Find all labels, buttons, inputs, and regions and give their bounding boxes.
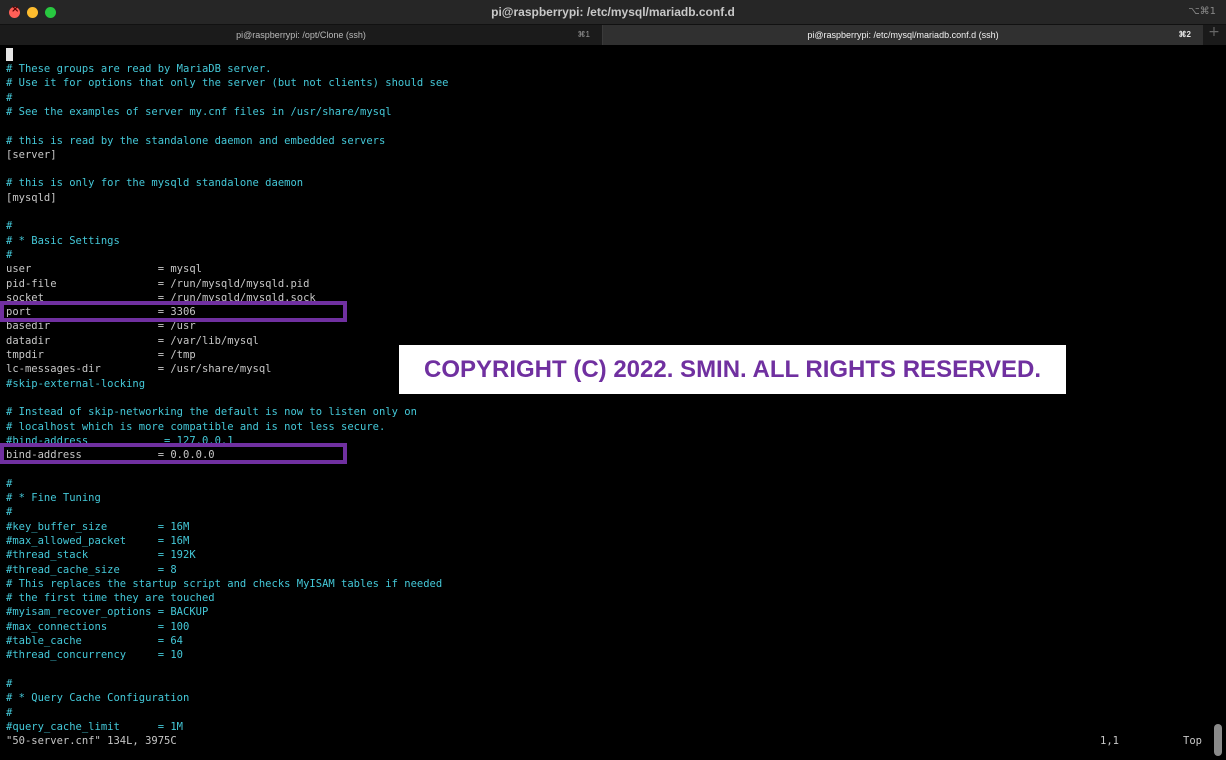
status-scroll-position: Top [1183,735,1202,747]
tab-opt-clone[interactable]: pi@raspberrypi: /opt/Clone (ssh) ⌘1 [0,25,602,45]
terminal-line: #thread_stack = 192K [6,549,196,561]
terminal-line: # * Basic Settings [6,235,120,247]
terminal-line: # These groups are read by MariaDB serve… [6,63,272,75]
port-highlight-box [0,301,347,322]
text-cursor [6,48,13,61]
terminal-line: # this is only for the mysqld standalone… [6,177,304,189]
copyright-watermark: COPYRIGHT (C) 2022. SMIN. ALL RIGHTS RES… [399,345,1066,394]
tab-mariadb-conf[interactable]: pi@raspberrypi: /etc/mysql/mariadb.conf.… [603,25,1203,45]
terminal-line: # localhost which is more compatible and… [6,421,386,433]
terminal-line: # Use it for options that only the serve… [6,77,449,89]
terminal-line: pid-file = /run/mysqld/mysqld.pid [6,278,310,290]
terminal-line: # [6,220,13,232]
tab-shortcut: ⌘2 [1178,30,1191,39]
scrollbar-thumb[interactable] [1214,724,1222,756]
new-tab-button[interactable]: + [1204,24,1224,44]
terminal-line: tmpdir = /tmp [6,349,196,361]
terminal-line: # See the examples of server my.cnf file… [6,106,392,118]
terminal-line: [server] [6,149,57,161]
terminal-content[interactable]: # These groups are read by MariaDB serve… [0,45,1226,760]
bind-address-highlight-box [0,443,347,464]
tab-bar: pi@raspberrypi: /opt/Clone (ssh) ⌘1 pi@r… [0,24,1226,45]
tab-label: pi@raspberrypi: /opt/Clone (ssh) [236,30,366,40]
terminal-line: #skip-external-locking [6,378,146,390]
terminal-line: # [6,707,13,719]
terminal-line: # the first time they are touched [6,592,215,604]
terminal-line: #table_cache = 64 [6,635,184,647]
terminal-line: # [6,506,13,518]
terminal-line: #query_cache_limit = 1M [6,721,184,733]
terminal-line: datadir = /var/lib/mysql [6,335,259,347]
terminal-line: # [6,678,13,690]
terminal-line: #myisam_recover_options = BACKUP [6,606,209,618]
terminal-line: # [6,478,13,490]
terminal-line: user = mysql [6,263,202,275]
terminal-line: #max_connections = 100 [6,621,190,633]
terminal-line: [mysqld] [6,192,57,204]
terminal-line: # * Fine Tuning [6,492,101,504]
tab-shortcut: ⌘1 [577,30,590,39]
tab-label: pi@raspberrypi: /etc/mysql/mariadb.conf.… [807,30,999,40]
terminal-line: # this is read by the standalone daemon … [6,135,386,147]
status-file-info: "50-server.cnf" 134L, 3975C [6,735,177,747]
terminal-line: # [6,249,13,261]
terminal-line: #max_allowed_packet = 16M [6,535,190,547]
terminal-line: # Instead of skip-networking the default… [6,406,417,418]
terminal-line: # * Query Cache Configuration [6,692,190,704]
title-bar: pi@raspberrypi: /etc/mysql/mariadb.conf.… [0,0,1226,25]
window-shortcut: ⌥⌘1 [1188,6,1216,17]
terminal-line: #key_buffer_size = 16M [6,521,190,533]
terminal-line: # [6,92,13,104]
status-cursor-position: 1,1 [1100,735,1119,747]
terminal-line: #thread_cache_size = 8 [6,564,177,576]
terminal-line: # This replaces the startup script and c… [6,578,443,590]
terminal-line: #thread_concurrency = 10 [6,649,184,661]
terminal-line: lc-messages-dir = /usr/share/mysql [6,363,272,375]
window-title: pi@raspberrypi: /etc/mysql/mariadb.conf.… [491,5,735,19]
